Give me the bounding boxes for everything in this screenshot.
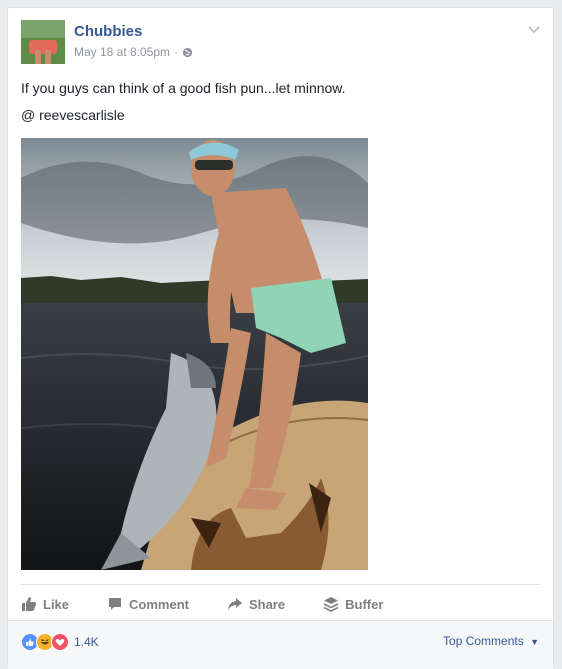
top-comments-dropdown[interactable]: Top Comments ▼: [443, 634, 539, 648]
mention-link[interactable]: @ reevescarlisle: [21, 107, 125, 123]
buffer-label: Buffer: [345, 596, 384, 612]
globe-icon: [182, 47, 193, 58]
comment-button[interactable]: Comment: [107, 596, 189, 612]
post-meta: May 18 at 8:05pm ·: [74, 45, 193, 59]
page-name-link[interactable]: Chubbies: [74, 23, 142, 40]
share-icon: [227, 598, 242, 610]
post-timestamp[interactable]: May 18 at 8:05pm: [74, 45, 170, 59]
post-text: If you guys can think of a good fish pun…: [21, 80, 346, 96]
share-label: Share: [248, 596, 286, 612]
actions-divider: [21, 584, 540, 585]
like-label: Like: [43, 596, 70, 612]
buffer-icon: [323, 597, 339, 612]
thumbs-up-icon: [22, 597, 36, 611]
post-actions: Like Comment Share Buffer: [21, 591, 421, 617]
share-button[interactable]: Share: [227, 596, 285, 612]
caret-down-icon: ▼: [530, 636, 539, 647]
comment-label: Comment: [129, 596, 189, 612]
reactions-summary[interactable]: 1.4K: [21, 633, 99, 651]
chevron-down-icon[interactable]: [527, 22, 541, 36]
reaction-count[interactable]: 1.4K: [74, 635, 99, 649]
buffer-button[interactable]: Buffer: [323, 596, 383, 612]
top-comments-label: Top Comments: [443, 634, 524, 648]
like-button[interactable]: Like: [21, 596, 69, 612]
love-reaction-icon: [51, 633, 69, 651]
meta-separator: ·: [174, 45, 179, 59]
post-photo[interactable]: [21, 138, 368, 570]
post-card: Chubbies May 18 at 8:05pm · If you guys …: [7, 7, 554, 669]
comment-icon: [109, 598, 122, 610]
page-avatar[interactable]: [21, 20, 65, 64]
